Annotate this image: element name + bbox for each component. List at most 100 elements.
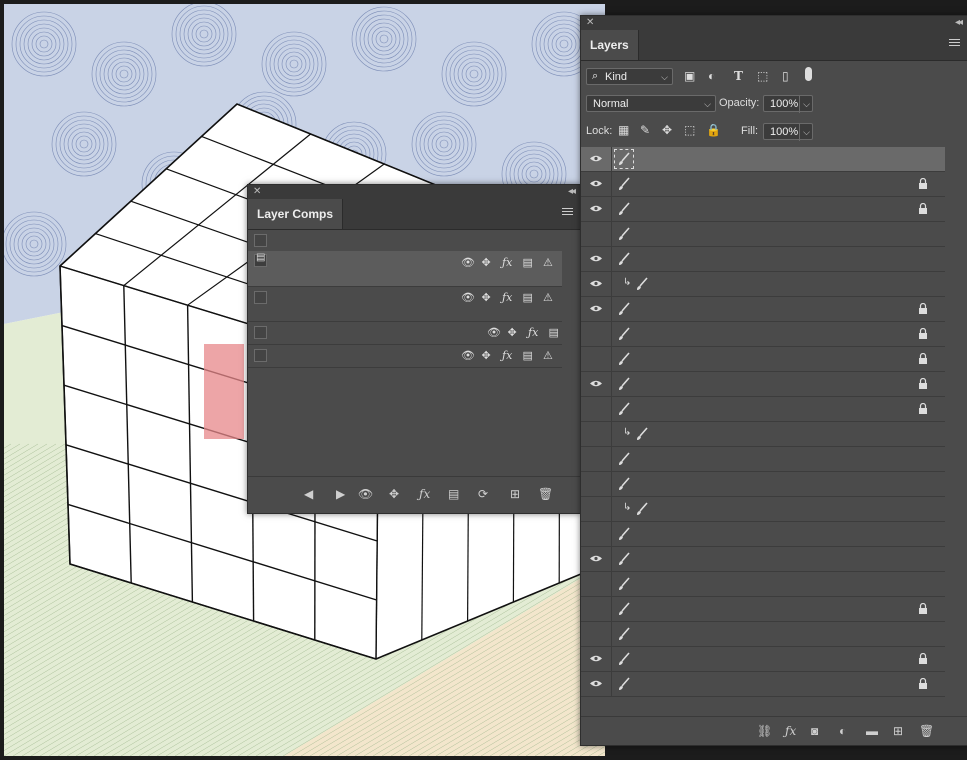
- lock-image-pixels-icon[interactable]: ✎: [640, 123, 650, 137]
- visibility-toggle[interactable]: [581, 572, 612, 596]
- previous-comp-icon[interactable]: ◀: [304, 487, 313, 501]
- move-icon[interactable]: ✥: [482, 256, 491, 269]
- visibility-toggle[interactable]: [581, 222, 612, 246]
- move-icon[interactable]: ✥: [482, 291, 491, 304]
- doc-icon[interactable]: ▤: [523, 349, 533, 362]
- tab-layer-comps[interactable]: Layer Comps: [248, 199, 344, 229]
- delete-layer-icon[interactable]: 🗑: [919, 724, 934, 738]
- fx-icon[interactable]: ƒx: [785, 724, 796, 738]
- layer-row[interactable]: [581, 597, 945, 622]
- lock-all-icon[interactable]: 🔒: [706, 123, 721, 137]
- apply-position-icon[interactable]: ✥: [389, 487, 399, 501]
- layer-row[interactable]: ↳: [581, 422, 945, 447]
- layer-row[interactable]: [581, 647, 945, 672]
- type-layer-filter-icon[interactable]: T: [734, 69, 743, 83]
- layer-row[interactable]: [581, 522, 945, 547]
- opacity-field[interactable]: 100% ⌵: [763, 95, 813, 113]
- fx-icon[interactable]: ƒx: [502, 291, 512, 304]
- visibility-toggle[interactable]: [581, 172, 612, 196]
- visibility-toggle[interactable]: [581, 397, 612, 421]
- layer-row[interactable]: [581, 547, 945, 572]
- visibility-toggle[interactable]: [581, 147, 612, 171]
- lock-transparent-pixels-icon[interactable]: ▦: [618, 123, 629, 137]
- new-layer-icon[interactable]: ⊞: [893, 724, 903, 738]
- visibility-toggle[interactable]: [581, 372, 612, 396]
- visibility-toggle[interactable]: [581, 472, 612, 496]
- apply-appearance-icon[interactable]: ƒx: [419, 487, 430, 501]
- layer-row[interactable]: [581, 372, 945, 397]
- layer-row[interactable]: [581, 322, 945, 347]
- eye-icon[interactable]: 👁: [487, 326, 501, 339]
- layer-comp-row[interactable]: ▤ 👁 ✥ ƒx ▤ ⚠: [248, 251, 562, 287]
- eye-icon[interactable]: 👁: [461, 256, 475, 269]
- doc-icon[interactable]: ▤: [549, 326, 559, 339]
- filter-kind-select[interactable]: ⌕ Kind ⌵: [586, 68, 673, 85]
- panel-menu-icon[interactable]: [949, 39, 960, 49]
- layer-row[interactable]: ↳: [581, 272, 945, 297]
- panel-title-bar[interactable]: ✕ ◂◂: [581, 16, 967, 30]
- tab-layers[interactable]: Layers: [581, 30, 639, 60]
- doc-icon[interactable]: ▤: [523, 256, 533, 269]
- update-comp-icon[interactable]: ⟳: [478, 487, 488, 501]
- shape-layer-filter-icon[interactable]: ⬚: [757, 69, 768, 83]
- layer-row[interactable]: [581, 347, 945, 372]
- apply-visibility-icon[interactable]: 👁: [358, 487, 373, 501]
- move-icon[interactable]: ✥: [508, 326, 517, 339]
- layer-comp-row[interactable]: [248, 229, 562, 252]
- blend-mode-select[interactable]: Normal ⌵: [586, 95, 716, 112]
- lock-position-icon[interactable]: ✥: [662, 123, 672, 137]
- panel-menu-icon[interactable]: [562, 208, 573, 218]
- adjustment-layer-filter-icon[interactable]: ◐: [708, 69, 715, 83]
- eye-icon[interactable]: 👁: [461, 291, 475, 304]
- pixel-layer-filter-icon[interactable]: ▣: [684, 69, 695, 83]
- close-icon[interactable]: ✕: [586, 17, 594, 29]
- fill-field[interactable]: 100% ⌵: [763, 123, 813, 141]
- visibility-toggle[interactable]: [581, 497, 612, 521]
- add-mask-icon[interactable]: ◙: [811, 724, 818, 738]
- move-icon[interactable]: ✥: [482, 349, 491, 362]
- visibility-toggle[interactable]: [581, 322, 612, 346]
- layer-row[interactable]: [581, 472, 945, 497]
- visibility-toggle[interactable]: [581, 647, 612, 671]
- close-icon[interactable]: ✕: [253, 186, 261, 198]
- visibility-toggle[interactable]: [581, 297, 612, 321]
- comp-apply-checkbox[interactable]: [254, 349, 267, 362]
- layer-comp-row[interactable]: 👁 ✥ ƒx ▤ ⚠: [248, 286, 562, 322]
- visibility-toggle[interactable]: [581, 422, 612, 446]
- visibility-toggle[interactable]: [581, 347, 612, 371]
- layer-row[interactable]: [581, 172, 945, 197]
- layer-row[interactable]: [581, 222, 945, 247]
- fx-icon[interactable]: ƒx: [528, 326, 538, 339]
- layer-row[interactable]: ↳: [581, 497, 945, 522]
- layer-row[interactable]: [581, 397, 945, 422]
- fx-icon[interactable]: ƒx: [502, 256, 512, 269]
- chevron-down-icon[interactable]: ⌵: [799, 124, 810, 141]
- doc-icon[interactable]: ▤: [523, 291, 533, 304]
- visibility-toggle[interactable]: [581, 597, 612, 621]
- layer-row[interactable]: [581, 572, 945, 597]
- visibility-toggle[interactable]: [581, 197, 612, 221]
- lock-artboard-icon[interactable]: ⬚: [684, 123, 695, 137]
- layer-row[interactable]: [581, 447, 945, 472]
- eye-icon[interactable]: 👁: [461, 349, 475, 362]
- comp-apply-checkbox[interactable]: ▤: [254, 252, 267, 267]
- collapse-icon[interactable]: ◂◂: [568, 185, 576, 199]
- comp-apply-checkbox[interactable]: [254, 291, 267, 304]
- comp-apply-checkbox[interactable]: [254, 326, 267, 339]
- delete-comp-icon[interactable]: 🗑: [538, 487, 553, 501]
- new-group-icon[interactable]: ▬: [866, 724, 878, 738]
- layer-row[interactable]: [581, 622, 945, 647]
- visibility-toggle[interactable]: [581, 522, 612, 546]
- visibility-toggle[interactable]: [581, 547, 612, 571]
- visibility-toggle[interactable]: [581, 247, 612, 271]
- visibility-toggle[interactable]: [581, 272, 612, 296]
- chevron-down-icon[interactable]: ⌵: [799, 96, 810, 113]
- warning-icon[interactable]: ⚠: [543, 291, 553, 304]
- visibility-toggle[interactable]: [581, 622, 612, 646]
- collapse-icon[interactable]: ◂◂: [955, 16, 963, 30]
- layer-row[interactable]: [581, 297, 945, 322]
- layer-row[interactable]: [581, 672, 945, 697]
- visibility-toggle[interactable]: [581, 447, 612, 471]
- warning-icon[interactable]: ⚠: [543, 349, 553, 362]
- adjustment-layer-icon[interactable]: ◐: [839, 724, 846, 738]
